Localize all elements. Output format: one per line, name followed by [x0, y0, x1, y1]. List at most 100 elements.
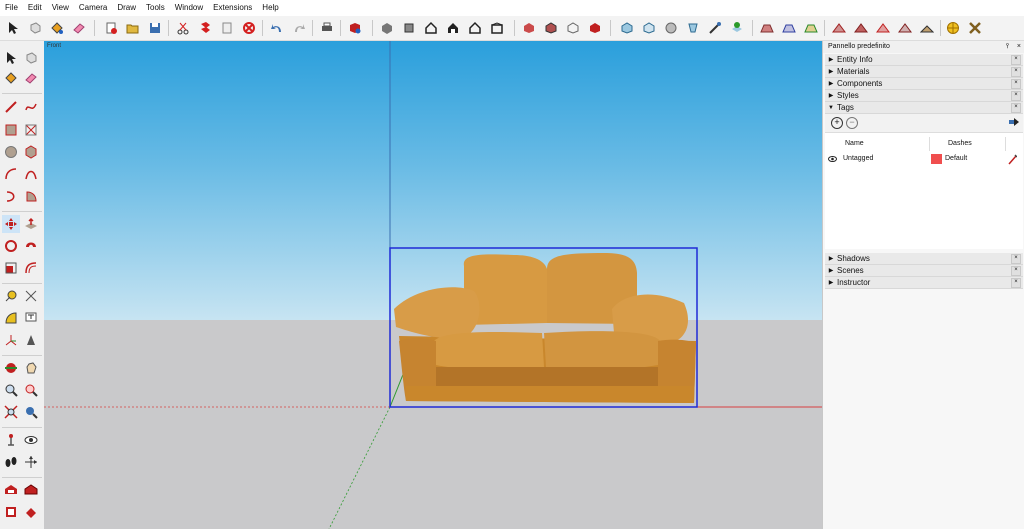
save-icon[interactable] [146, 19, 164, 37]
circle-tool-icon[interactable] [2, 143, 20, 161]
add-tag-icon[interactable]: + [831, 117, 843, 129]
add-detail-icon[interactable] [874, 19, 892, 37]
menu-tools[interactable]: Tools [141, 0, 170, 16]
tag-color-swatch[interactable] [931, 154, 942, 164]
position-camera-icon[interactable] [944, 19, 962, 37]
scale-tool-icon[interactable] [2, 259, 20, 277]
print-icon[interactable] [318, 19, 336, 37]
sandbox-from-scratch-icon[interactable] [780, 19, 798, 37]
details-arrow-icon[interactable] [1009, 117, 1019, 127]
polygon-tool-icon[interactable] [22, 143, 40, 161]
extension-warehouse-icon[interactable] [22, 481, 40, 499]
new-file-icon[interactable] [102, 19, 120, 37]
menu-window[interactable]: Window [170, 0, 208, 16]
menu-camera[interactable]: Camera [74, 0, 112, 16]
tray-entity-info[interactable]: ▶ Entity Info × [825, 54, 1023, 66]
back-view-icon[interactable] [466, 19, 484, 37]
protractor-icon[interactable] [2, 309, 20, 327]
copy-icon[interactable] [196, 19, 214, 37]
section-plane-tool-icon[interactable] [22, 453, 40, 471]
top-view-icon[interactable] [400, 19, 418, 37]
tray-materials[interactable]: ▶ Materials × [825, 66, 1023, 78]
dimension-tool-icon[interactable] [22, 287, 40, 305]
xray-style-icon[interactable] [520, 19, 538, 37]
warehouse-icon[interactable] [2, 481, 20, 499]
camera-position-icon[interactable] [684, 19, 702, 37]
extension-tools-icon[interactable] [966, 19, 984, 37]
menu-edit[interactable]: Edit [23, 0, 47, 16]
orbit-tool-icon[interactable] [2, 359, 20, 377]
rotate-tool-icon[interactable] [2, 237, 20, 255]
tag-row[interactable]: Untagged Default [825, 152, 1023, 166]
zoom-window-icon[interactable] [22, 381, 40, 399]
arc-tool-icon[interactable] [2, 165, 20, 183]
tray-close-icon[interactable]: × [1011, 102, 1021, 113]
layout-icon[interactable] [2, 503, 20, 521]
previous-view-icon[interactable] [22, 403, 40, 421]
cut-icon[interactable] [174, 19, 192, 37]
tray-close-icon[interactable]: × [1011, 90, 1021, 101]
look-around-icon[interactable] [22, 431, 40, 449]
open-folder-icon[interactable] [124, 19, 142, 37]
component-icon[interactable] [26, 19, 44, 37]
shaded-icon[interactable] [586, 19, 604, 37]
tray-shadows[interactable]: ▶ Shadows × [825, 253, 1023, 265]
delete-icon[interactable] [240, 19, 258, 37]
tray-instructor[interactable]: ▶ Instructor × [825, 277, 1023, 289]
pin-icon[interactable]: ⫯ [1006, 43, 1009, 50]
tape-measure-icon[interactable] [2, 287, 20, 305]
select-icon[interactable] [4, 19, 22, 37]
redo-icon[interactable] [290, 19, 308, 37]
tray-tags[interactable]: ▼ Tags × [825, 102, 1023, 114]
3d-viewport[interactable]: Front [44, 41, 822, 529]
push-pull-icon[interactable] [22, 215, 40, 233]
visibility-eye-icon[interactable] [828, 152, 837, 172]
pencil-icon[interactable] [1008, 152, 1018, 172]
tray-close-icon[interactable]: × [1011, 277, 1021, 288]
undo-icon[interactable] [268, 19, 286, 37]
section-plane-icon[interactable] [640, 19, 658, 37]
wireframe-icon[interactable] [564, 19, 582, 37]
select-tool-icon[interactable] [2, 49, 20, 67]
drape-icon[interactable] [852, 19, 870, 37]
panel-close-icon[interactable]: × [1017, 43, 1021, 50]
offset-tool-icon[interactable] [22, 259, 40, 277]
line-tool-icon[interactable] [2, 98, 20, 116]
tray-close-icon[interactable]: × [1011, 78, 1021, 89]
back-edges-icon[interactable] [542, 19, 560, 37]
tray-close-icon[interactable]: × [1011, 265, 1021, 276]
sandbox-from-contours-icon[interactable] [758, 19, 776, 37]
rotated-rectangle-icon[interactable] [22, 121, 40, 139]
column-header-name[interactable]: Name [845, 137, 864, 151]
paint-bucket-icon[interactable] [48, 19, 66, 37]
menu-extensions[interactable]: Extensions [208, 0, 257, 16]
make-component-icon[interactable] [22, 49, 40, 67]
zoom-tool-icon[interactable] [2, 381, 20, 399]
walk-tool-icon[interactable] [2, 453, 20, 471]
pan-tool-icon[interactable] [22, 359, 40, 377]
tray-styles[interactable]: ▶ Styles × [825, 90, 1023, 102]
menu-view[interactable]: View [47, 0, 74, 16]
model-info-icon[interactable] [346, 19, 364, 37]
sandbox-tool-icon[interactable] [918, 19, 936, 37]
zoom-extents-icon[interactable] [618, 19, 636, 37]
zoom-extents-tool-icon[interactable] [2, 403, 20, 421]
front-view-icon[interactable] [422, 19, 440, 37]
column-header-dashes[interactable]: Dashes [948, 137, 972, 151]
sphere-icon[interactable] [662, 19, 680, 37]
tray-scenes[interactable]: ▶ Scenes × [825, 265, 1023, 277]
pie-tool-icon[interactable] [22, 187, 40, 205]
menu-help[interactable]: Help [257, 0, 283, 16]
smoove-icon[interactable] [802, 19, 820, 37]
two-point-arc-icon[interactable] [22, 165, 40, 183]
text-tool-icon[interactable] [22, 309, 40, 327]
axes-tool-icon[interactable] [2, 331, 20, 349]
eraser-icon[interactable] [70, 19, 88, 37]
paint-bucket-tool-icon[interactable] [2, 69, 20, 87]
three-point-arc-icon[interactable] [2, 187, 20, 205]
tray-close-icon[interactable]: × [1011, 54, 1021, 65]
3d-text-icon[interactable] [22, 331, 40, 349]
iso-view-icon[interactable] [378, 19, 396, 37]
tray-close-icon[interactable]: × [1011, 253, 1021, 264]
tray-components[interactable]: ▶ Components × [825, 78, 1023, 90]
